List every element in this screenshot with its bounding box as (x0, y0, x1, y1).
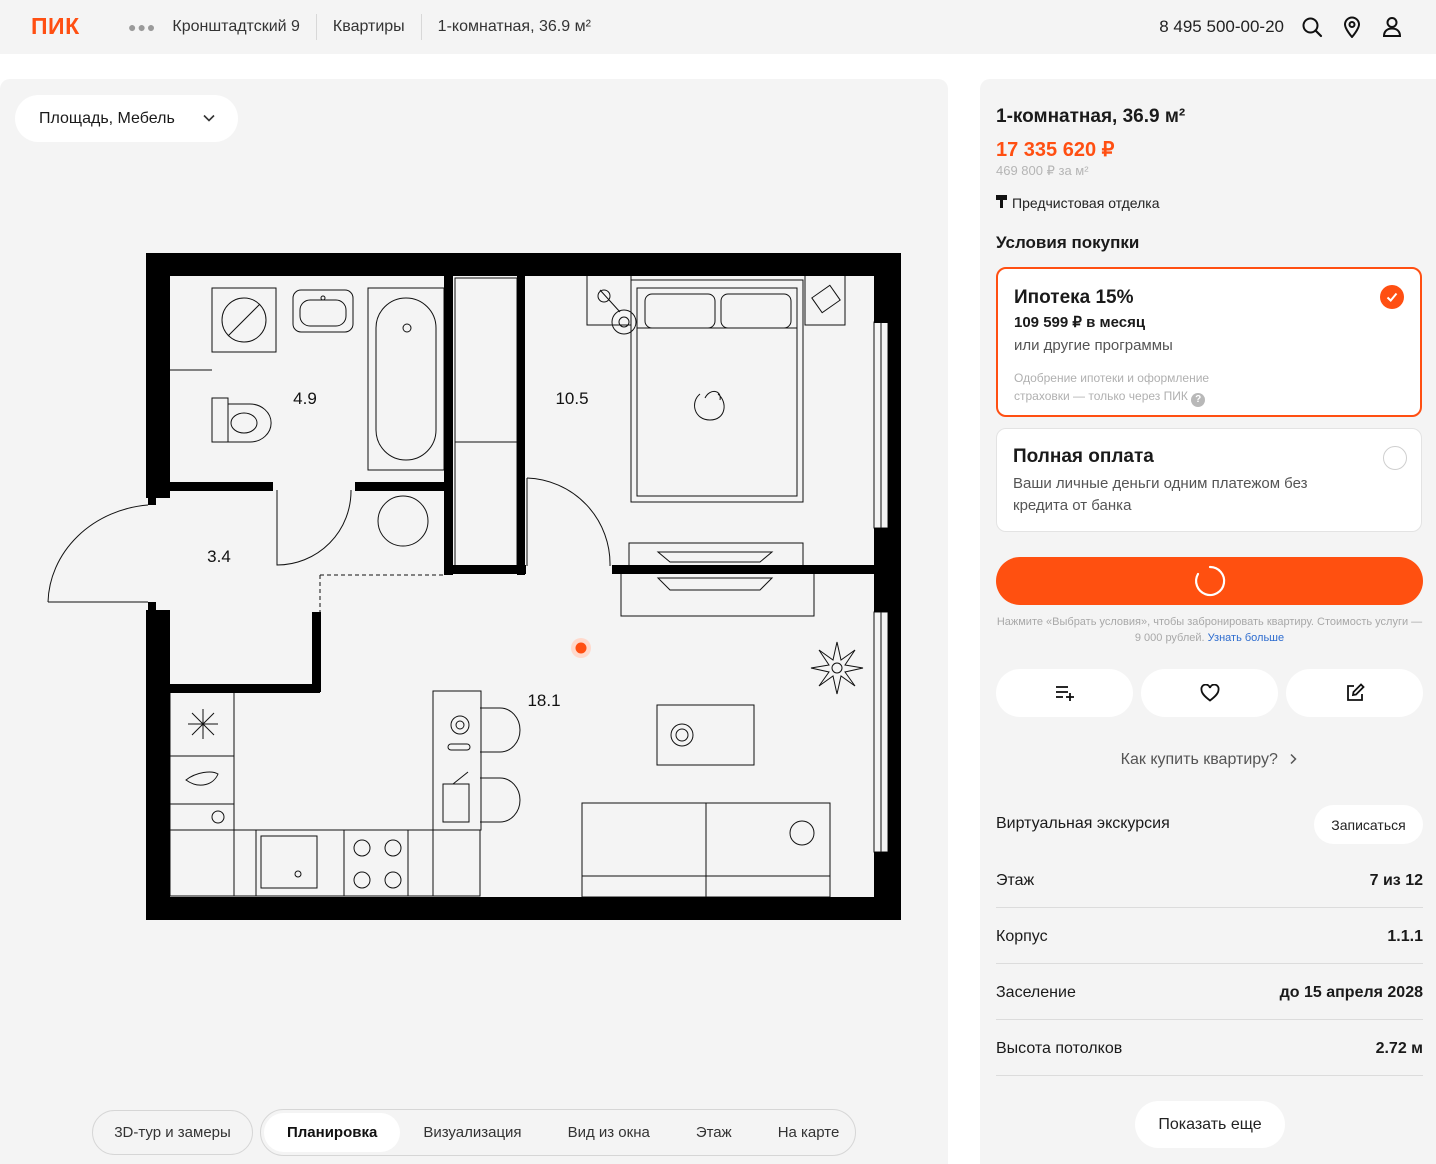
room-area-living: 18.1 (527, 691, 560, 710)
property-row: Высота потолков 2.72 м (996, 1020, 1423, 1076)
mortgage-note: Одобрение ипотеки и оформление страховки… (1014, 369, 1254, 407)
mortgage-note-text: Одобрение ипотеки и оформление страховки… (1014, 371, 1210, 403)
top-header: ПИК ●●● Кронштадтский 9 Квартиры 1-комна… (0, 0, 1436, 54)
floor-plan-panel: Площадь, Мебель 4.9 10.5 3.4 18.1 3D-тур… (0, 79, 948, 1164)
apartment-title: 1-комнатная, 36.9 м² (996, 106, 1186, 127)
heart-icon (1200, 684, 1219, 702)
property-row: Этаж 7 из 12 (996, 852, 1423, 908)
property-key: Заселение (996, 984, 1076, 1001)
tab-visualization[interactable]: Визуализация (400, 1113, 544, 1152)
mortgage-monthly: 109 599 ₽ в месяц (1014, 314, 1146, 331)
more-breadcrumbs-icon[interactable]: ●●● (128, 19, 156, 35)
apartment-info-panel: 1-комнатная, 36.9 м² 17 335 620 ₽ 469 80… (980, 79, 1436, 1164)
mortgage-title: Ипотека 15% (1014, 287, 1134, 308)
breadcrumb-project[interactable]: Кронштадтский 9 (170, 14, 316, 40)
purchase-conditions-title: Условия покупки (996, 233, 1140, 252)
floor-plan-drawing: 4.9 10.5 3.4 18.1 (47, 253, 901, 920)
tab-plan[interactable]: Планировка (264, 1113, 401, 1152)
property-key: Корпус (996, 928, 1048, 945)
paint-roller-icon (996, 195, 1007, 211)
tab-map[interactable]: На карте (755, 1113, 863, 1152)
apartment-price: 17 335 620 ₽ (996, 139, 1115, 161)
compare-button[interactable] (996, 669, 1133, 717)
edit-icon (1346, 683, 1365, 701)
edit-note-button[interactable] (1286, 669, 1423, 717)
help-icon[interactable]: ? (1191, 393, 1206, 407)
selected-check-icon[interactable] (1380, 285, 1404, 309)
price-per-m2: 469 800 ₽ за м² (996, 163, 1089, 178)
tab-window-view[interactable]: Вид из окна (545, 1113, 673, 1152)
property-value: 1.1.1 (1387, 928, 1423, 945)
property-row: Корпус 1.1.1 (996, 908, 1423, 964)
search-icon[interactable] (1292, 7, 1332, 47)
virtual-tour-label: Виртуальная экскурсия (996, 815, 1170, 832)
breadcrumb-current: 1-комнатная, 36.9 м² (420, 14, 607, 40)
mortgage-other-programs: или другие программы (1014, 337, 1173, 354)
loading-spinner-icon (1194, 565, 1225, 597)
signup-button[interactable]: Записаться (1314, 805, 1423, 844)
property-value: до 15 апреля 2028 (1279, 984, 1423, 1001)
property-key: Этаж (996, 872, 1035, 889)
full-payment-description: Ваши личные деньги одним платежом без кр… (1013, 475, 1308, 514)
breadcrumb-apartments[interactable]: Квартиры (315, 14, 421, 40)
property-value: 7 из 12 (1369, 872, 1423, 889)
choose-conditions-button[interactable] (996, 557, 1423, 605)
property-value: 2.72 м (1375, 1040, 1423, 1057)
room-area-bedroom: 10.5 (555, 389, 588, 408)
learn-more-link[interactable]: Узнать больше (1208, 632, 1284, 644)
breadcrumb: ●●● Кронштадтский 9 Квартиры 1-комнатная… (128, 0, 607, 54)
add-to-list-icon (1055, 686, 1074, 701)
tab-3d-tour[interactable]: 3D-тур и замеры (92, 1110, 253, 1155)
pik-logo[interactable]: ПИК (31, 13, 80, 40)
favorite-button[interactable] (1141, 669, 1278, 717)
full-payment-title: Полная оплата (1013, 446, 1154, 467)
show-more-button[interactable]: Показать еще (1135, 1101, 1285, 1148)
how-to-buy-link[interactable]: Как купить квартиру? (996, 751, 1423, 769)
location-pin-icon[interactable] (1332, 7, 1372, 47)
room-area-bathroom: 4.9 (293, 389, 317, 408)
phone-number[interactable]: 8 495 500-00-20 (1159, 17, 1284, 37)
tab-floor[interactable]: Этаж (673, 1113, 755, 1152)
chevron-right-icon (1282, 751, 1298, 768)
how-to-buy-label: Как купить квартиру? (1120, 751, 1278, 768)
room-area-hallway: 3.4 (207, 547, 231, 566)
finish-type: Предчистовая отделка (996, 195, 1160, 211)
full-payment-radio[interactable] (1383, 446, 1407, 470)
property-row: Заселение до 15 апреля 2028 (996, 964, 1423, 1020)
plan-tabs: Планировка Визуализация Вид из окна Этаж… (260, 1109, 856, 1156)
finish-type-label: Предчистовая отделка (1012, 195, 1160, 211)
booking-note: Нажмите «Выбрать условия», чтобы заброни… (996, 614, 1423, 646)
property-key: Высота потолков (996, 1040, 1123, 1057)
user-profile-icon[interactable] (1372, 7, 1412, 47)
mortgage-option-card[interactable]: Ипотека 15% 109 599 ₽ в месяц или другие… (996, 267, 1422, 417)
full-payment-option-card[interactable]: Полная оплата Ваши личные деньги одним п… (996, 428, 1422, 532)
